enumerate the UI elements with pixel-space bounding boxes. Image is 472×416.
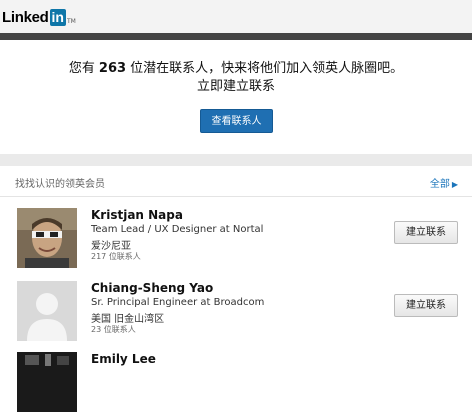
- promo-message: 您有 263 位潜在联系人，快来将他们加入领英人脉圈吧。: [0, 57, 472, 76]
- avatar[interactable]: [17, 208, 77, 268]
- potential-contacts-count: 263: [98, 61, 127, 76]
- person-name[interactable]: Kristjan Napa: [91, 208, 183, 222]
- section-divider: [0, 154, 472, 166]
- logo-text: Linked: [2, 9, 49, 26]
- top-bar: Linked in TM: [0, 0, 472, 33]
- chevron-right-icon: ▶: [451, 180, 458, 189]
- promo-text-after: 位潜在联系人，快来将他们加入领英人脉圈吧。: [130, 61, 404, 76]
- person-location: 美国 旧金山湾区: [91, 314, 165, 325]
- list-item: Kristjan Napa Team Lead / UX Designer at…: [0, 208, 472, 272]
- pymk-header: 找找认识的领英会员 全部 ▶: [0, 166, 472, 197]
- list-item: Emily Lee: [0, 352, 472, 416]
- connect-button[interactable]: 建立联系: [394, 221, 458, 244]
- person-title: Team Lead / UX Designer at Nortal: [91, 224, 264, 235]
- linkedin-logo[interactable]: Linked in TM: [2, 9, 76, 27]
- header-divider: [0, 33, 472, 40]
- person-title: Sr. Principal Engineer at Broadcom: [91, 297, 265, 308]
- logo-trademark: TM: [67, 18, 76, 25]
- see-all-link[interactable]: 全部 ▶: [430, 175, 458, 190]
- person-name[interactable]: Chiang-Sheng Yao: [91, 281, 213, 295]
- promo-section: 您有 263 位潜在联系人，快来将他们加入领英人脉圈吧。 立即建立联系 查看联系人: [0, 40, 472, 154]
- promo-subtitle: 立即建立联系: [196, 79, 275, 94]
- person-location: 爱沙尼亚: [91, 241, 131, 252]
- logo-in-badge: in: [49, 9, 66, 26]
- see-all-label: 全部: [429, 179, 450, 190]
- person-connections: 23 位联系人: [91, 325, 136, 334]
- view-contacts-button[interactable]: 查看联系人: [200, 109, 273, 133]
- pymk-title: 找找认识的领英会员: [15, 179, 105, 190]
- connect-button[interactable]: 建立联系: [394, 294, 458, 317]
- avatar-placeholder[interactable]: [17, 281, 77, 341]
- person-name[interactable]: Emily Lee: [91, 352, 156, 366]
- avatar[interactable]: [17, 352, 77, 412]
- list-item: Chiang-Sheng Yao Sr. Principal Engineer …: [0, 281, 472, 345]
- promo-text-before: 您有: [68, 61, 95, 76]
- person-connections: 217 位联系人: [91, 252, 141, 261]
